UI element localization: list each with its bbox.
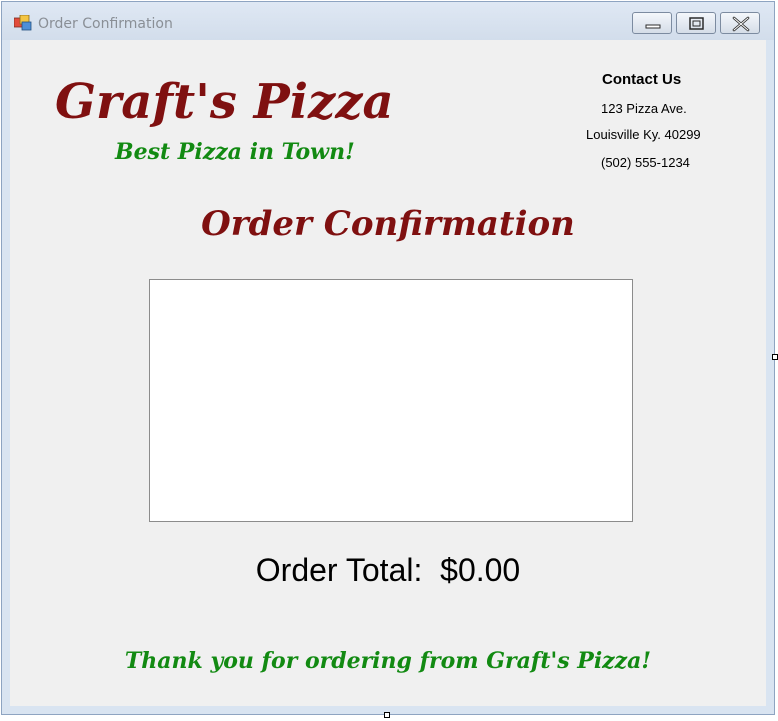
contact-address: 123 Pizza Ave. [601,101,687,116]
minimize-icon [645,24,661,29]
title-bar[interactable]: Order Confirmation [2,2,774,40]
thank-you-message: Thank you for ordering from Graft's Pizz… [124,648,652,674]
order-details-listbox[interactable] [149,279,633,522]
order-total-value: $0.00 [440,552,521,588]
maximize-icon [689,17,704,30]
order-confirmation-window: Order Confirmation Graft's Pizza Best Pi… [1,1,775,715]
maximize-button[interactable] [676,12,716,34]
contact-phone: (502) 555-1234 [601,155,690,170]
minimize-button[interactable] [632,12,672,34]
close-icon [732,16,750,32]
resize-handle-bottom[interactable] [384,712,390,718]
form-client-area: Graft's Pizza Best Pizza in Town! Contac… [10,40,766,706]
page-title: Order Confirmation [201,204,575,244]
brand-logo-text: Graft's Pizza [55,74,394,130]
contact-heading: Contact Us [602,71,682,88]
close-button[interactable] [720,12,760,34]
order-total: Order Total: $0.00 [10,552,766,589]
window-title: Order Confirmation [38,16,173,32]
order-total-label: Order Total: [255,552,423,588]
resize-handle-right[interactable] [772,354,778,360]
app-icon [14,15,32,31]
tagline: Best Pizza in Town! [115,139,355,165]
contact-city: Louisville Ky. 40299 [586,127,701,142]
